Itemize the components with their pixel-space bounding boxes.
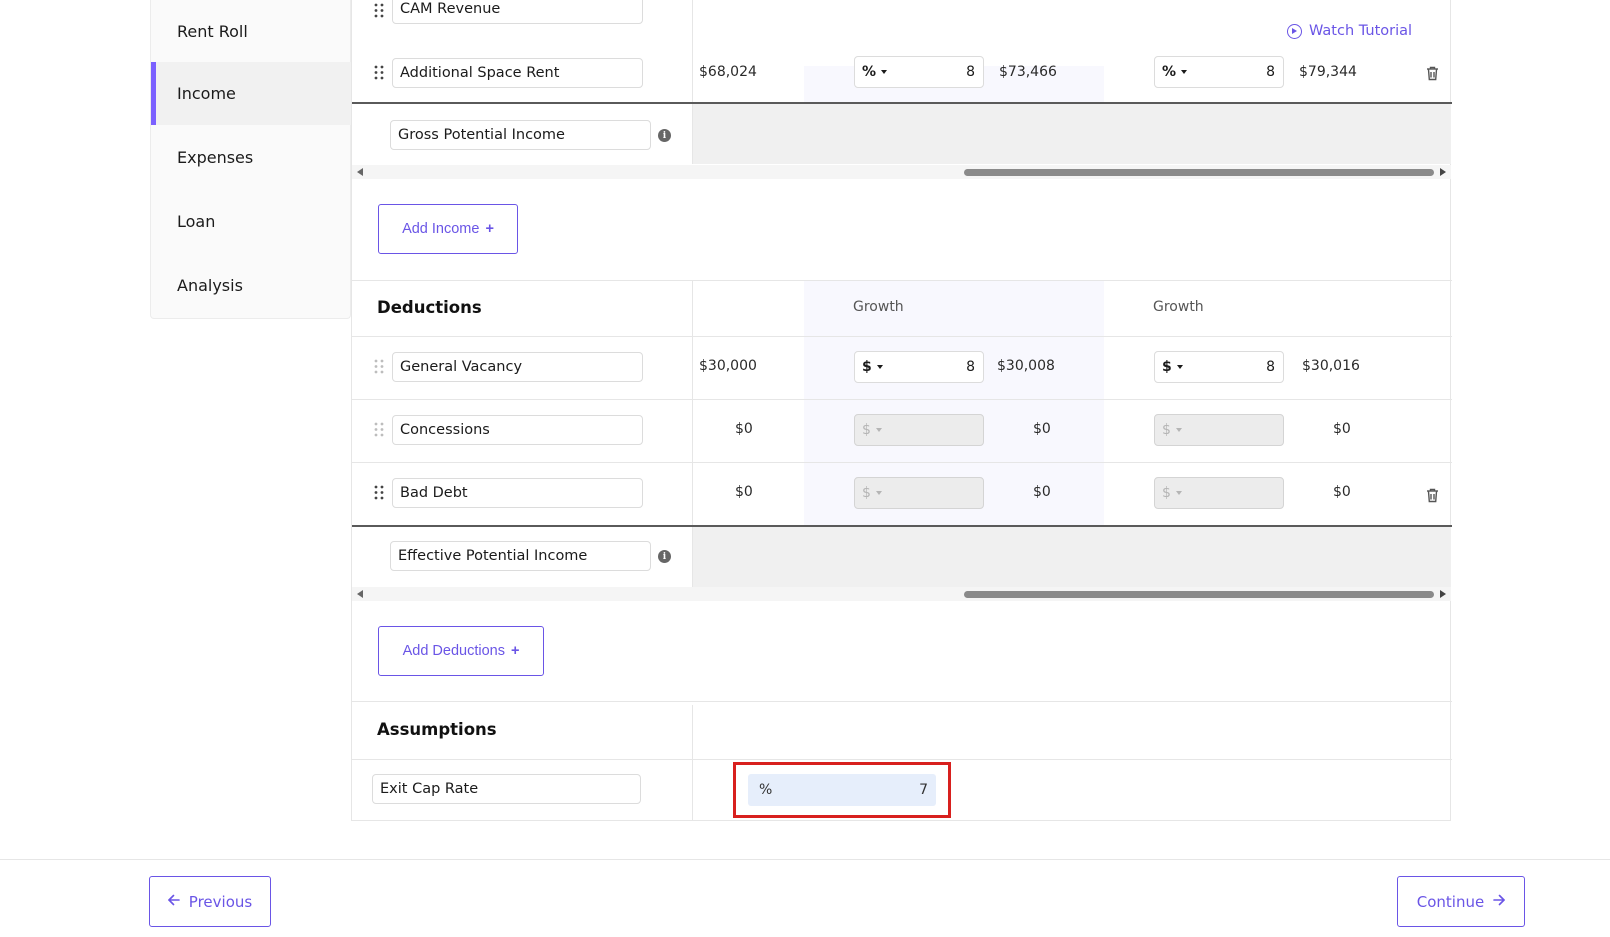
drag-handle-icon[interactable]: [374, 422, 384, 438]
year-amount: $79,344: [1299, 64, 1357, 80]
sidebar-item-loan[interactable]: Loan: [151, 190, 351, 253]
growth-input: $: [854, 477, 984, 509]
growth-input: $: [1154, 414, 1284, 446]
exit-cap-rate-label[interactable]: Exit Cap Rate: [372, 774, 641, 804]
scroll-left-icon[interactable]: [357, 168, 363, 176]
sidebar-item-label: Expenses: [177, 148, 254, 167]
unit-select[interactable]: %: [862, 64, 888, 80]
sidebar-item-expenses[interactable]: Expenses: [151, 126, 351, 189]
growth-column-label: Growth: [853, 299, 904, 315]
play-circle-icon: [1287, 23, 1302, 39]
scroll-left-icon[interactable]: [357, 590, 363, 598]
scroll-thumb[interactable]: [964, 591, 1434, 598]
income-panel: CAM Revenue Watch Tutorial Additional Sp…: [351, 0, 1452, 821]
growth-column-label: Growth: [1153, 299, 1204, 315]
year-amount: $73,466: [999, 64, 1057, 80]
deduction-name-input[interactable]: General Vacancy: [392, 352, 643, 382]
add-income-button[interactable]: Add Income +: [378, 204, 518, 254]
sidebar-item-label: Income: [177, 84, 236, 103]
year-amount: $30,008: [997, 358, 1055, 374]
growth-input[interactable]: % 8: [854, 56, 984, 88]
horizontal-scrollbar[interactable]: [352, 587, 1451, 601]
section-title-deductions: Deductions: [377, 298, 482, 317]
growth-input: $: [1154, 477, 1284, 509]
chevron-down-icon: [875, 491, 882, 495]
growth-input[interactable]: % 8: [1154, 56, 1284, 88]
year-amount: $0: [1033, 484, 1051, 500]
sidebar-item-income[interactable]: Income: [151, 62, 351, 125]
scroll-right-icon[interactable]: [1440, 590, 1446, 598]
drag-handle-icon[interactable]: [374, 3, 384, 19]
continue-button[interactable]: Continue: [1397, 876, 1525, 927]
chevron-down-icon: [1175, 491, 1182, 495]
year-amount: $0: [1333, 484, 1351, 500]
arrow-right-icon: [1493, 894, 1506, 909]
growth-input[interactable]: $ 8: [854, 351, 984, 383]
footer-divider: [0, 859, 1610, 860]
income-name-input[interactable]: Additional Space Rent: [392, 58, 643, 88]
previous-button[interactable]: Previous: [149, 876, 271, 927]
base-amount: $30,000: [699, 358, 757, 374]
exit-cap-rate-input[interactable]: % 7: [748, 774, 936, 806]
sidebar-item-label: Analysis: [177, 276, 243, 295]
trash-icon[interactable]: [1426, 66, 1440, 82]
drag-handle-icon[interactable]: [374, 359, 384, 375]
add-deductions-button[interactable]: Add Deductions +: [378, 626, 544, 676]
trash-icon[interactable]: [1426, 488, 1440, 504]
effective-potential-income-label: Effective Potential Income: [390, 541, 651, 571]
unit-select[interactable]: $: [862, 359, 883, 375]
unit-select[interactable]: $: [1162, 359, 1183, 375]
plus-icon: +: [510, 643, 520, 659]
gross-potential-income-values: [692, 104, 1451, 164]
effective-potential-income-values: [692, 527, 1451, 587]
gross-potential-income-label: Gross Potential Income: [390, 120, 651, 150]
sidebar-item-rent-roll[interactable]: Rent Roll: [151, 0, 351, 63]
horizontal-scrollbar[interactable]: [352, 165, 1451, 179]
sidebar-item-label: Loan: [177, 212, 216, 231]
income-name-input[interactable]: CAM Revenue: [392, 0, 643, 24]
base-amount: $0: [735, 484, 753, 500]
year-amount: $0: [1333, 421, 1351, 437]
watch-tutorial-link[interactable]: Watch Tutorial: [1287, 23, 1412, 39]
chevron-down-icon: [1175, 428, 1182, 432]
sidebar-item-label: Rent Roll: [177, 22, 248, 41]
year-amount: $0: [1033, 421, 1051, 437]
info-icon[interactable]: i: [658, 129, 671, 142]
year-amount: $30,016: [1302, 358, 1360, 374]
chevron-down-icon: [875, 428, 882, 432]
drag-handle-icon[interactable]: [374, 65, 384, 81]
growth-input: $: [854, 414, 984, 446]
chevron-down-icon: [1181, 70, 1188, 74]
unit-select: $: [862, 485, 882, 501]
deduction-name-input[interactable]: Bad Debt: [392, 478, 643, 508]
unit-select: $: [1162, 485, 1182, 501]
drag-handle-icon[interactable]: [374, 485, 384, 501]
base-amount: $0: [735, 421, 753, 437]
info-icon[interactable]: i: [658, 550, 671, 563]
deduction-name-input[interactable]: Concessions: [392, 415, 643, 445]
unit-select: $: [862, 422, 882, 438]
scroll-right-icon[interactable]: [1440, 168, 1446, 176]
scroll-thumb[interactable]: [964, 169, 1434, 176]
section-title-assumptions: Assumptions: [377, 720, 497, 739]
unit-label: %: [759, 782, 773, 798]
unit-select[interactable]: %: [1162, 64, 1188, 80]
unit-select: $: [1162, 422, 1182, 438]
chevron-down-icon: [876, 365, 883, 369]
exit-cap-rate-value: 7: [919, 782, 928, 798]
sidebar: Rent Roll Income Expenses Loan Analysis: [150, 0, 351, 319]
plus-icon: +: [485, 221, 494, 237]
chevron-down-icon: [1176, 365, 1183, 369]
arrow-left-icon: [167, 894, 180, 909]
growth-input[interactable]: $ 8: [1154, 351, 1284, 383]
base-amount: $68,024: [699, 64, 757, 80]
chevron-down-icon: [881, 70, 888, 74]
sidebar-item-analysis[interactable]: Analysis: [151, 254, 351, 317]
